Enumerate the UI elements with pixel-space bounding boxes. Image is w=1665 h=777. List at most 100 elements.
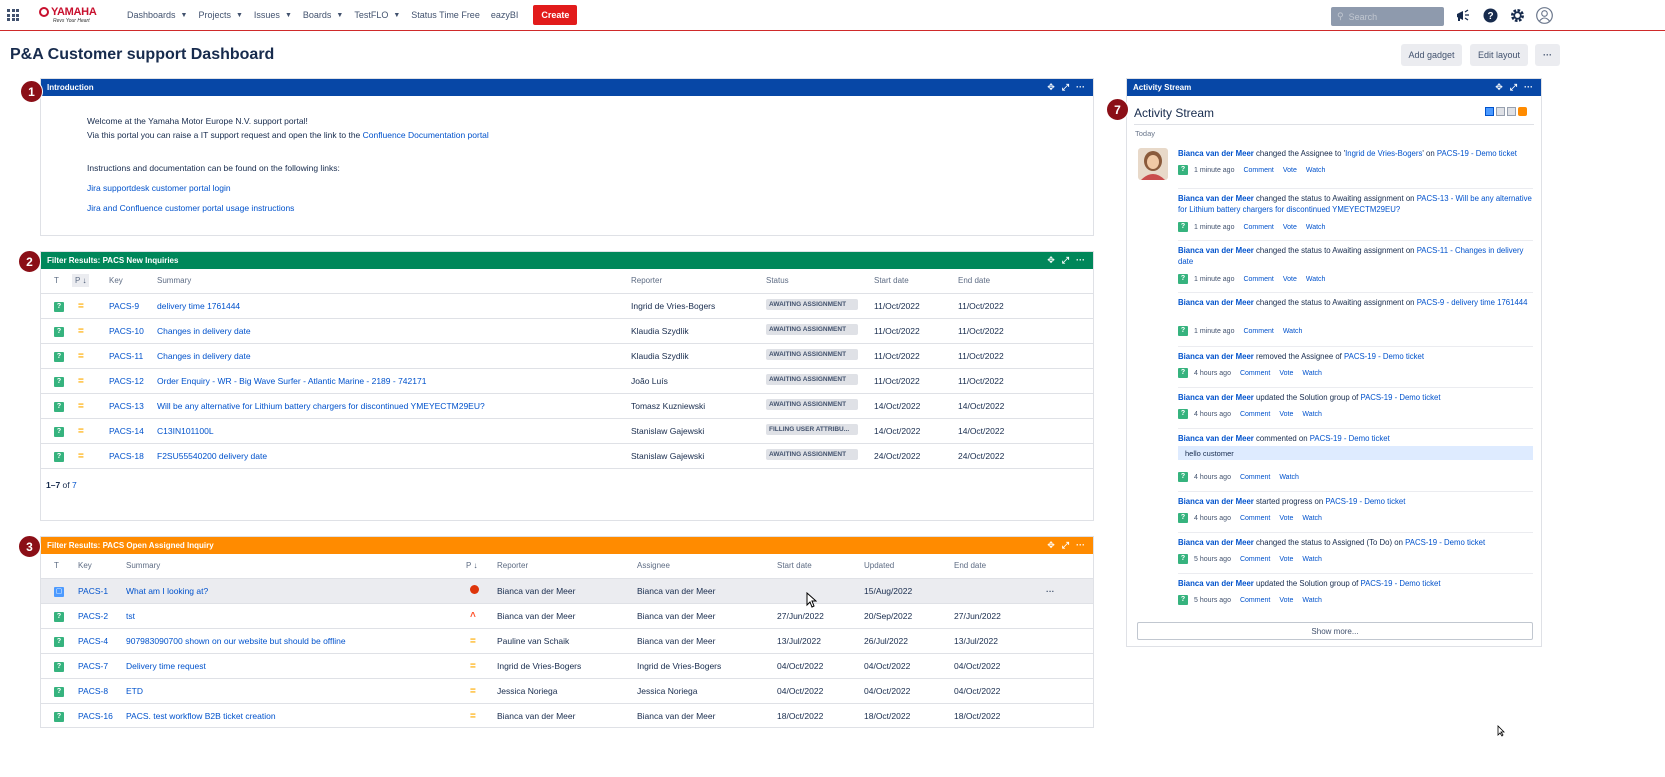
vote-link[interactable]: Vote: [1279, 515, 1293, 522]
activity-issue-link[interactable]: PACS-19 - Demo ticket: [1344, 352, 1424, 361]
app-switcher-icon[interactable]: [7, 9, 19, 21]
compact-view-icon[interactable]: [1496, 107, 1505, 116]
issue-key-link[interactable]: PACS-14: [109, 426, 144, 436]
comment-link[interactable]: Comment: [1243, 276, 1273, 283]
column-header-type[interactable]: T: [41, 269, 72, 294]
issue-key-link[interactable]: PACS-8: [78, 686, 108, 696]
results-total-link[interactable]: 7: [72, 480, 77, 490]
column-header-assignee[interactable]: Assignee: [637, 554, 777, 579]
issue-key-link[interactable]: PACS-2: [78, 611, 108, 621]
issue-key-link[interactable]: PACS-7: [78, 661, 108, 671]
issue-summary-link[interactable]: delivery time 1761444: [157, 301, 240, 311]
row-actions-button[interactable]: ···: [1046, 586, 1055, 596]
vote-link[interactable]: Vote: [1283, 276, 1297, 283]
issue-summary-link[interactable]: What am I looking at?: [126, 586, 208, 596]
activity-issue-link[interactable]: PACS-19 - Demo ticket: [1360, 579, 1440, 588]
watch-link[interactable]: Watch: [1306, 224, 1326, 231]
column-header-key[interactable]: Key: [109, 269, 157, 294]
table-row[interactable]: ? PACS-2 tst ˄ Bianca van der Meer Bianca van…: [41, 603, 1093, 629]
activity-issue-link[interactable]: PACS-19 - Demo ticket: [1325, 497, 1405, 506]
watch-link[interactable]: Watch: [1283, 328, 1303, 335]
supportdesk-portal-link[interactable]: Jira supportdesk customer portal login: [87, 181, 1093, 195]
gadget-menu-icon[interactable]: ···: [1076, 540, 1085, 551]
issue-key-link[interactable]: PACS-9: [109, 301, 139, 311]
column-header-updated[interactable]: Updated: [864, 554, 954, 579]
move-icon[interactable]: ✥: [1495, 82, 1503, 93]
watch-link[interactable]: Watch: [1302, 411, 1322, 418]
vote-link[interactable]: Vote: [1279, 556, 1293, 563]
issue-key-link[interactable]: PACS-18: [109, 451, 144, 461]
activity-user-link[interactable]: Bianca van der Meer: [1178, 194, 1254, 203]
column-header-reporter[interactable]: Reporter: [631, 269, 766, 294]
nav-issues[interactable]: Issues ▼: [250, 0, 299, 31]
activity-user-link[interactable]: Bianca van der Meer: [1178, 538, 1254, 547]
search-input[interactable]: ⚲ Search: [1331, 7, 1444, 26]
rss-feed-icon[interactable]: [1518, 107, 1527, 116]
vote-link[interactable]: Vote: [1283, 224, 1297, 231]
table-row[interactable]: ? = PACS-11 Changes in delivery date Klaudia…: [41, 343, 1093, 369]
edit-layout-button[interactable]: Edit layout: [1470, 44, 1528, 66]
table-row[interactable]: ? PACS-16 PACS. test workflow B2B ticket c…: [41, 703, 1093, 727]
comment-link[interactable]: Comment: [1243, 224, 1273, 231]
nav-status-time-free[interactable]: Status Time Free: [407, 0, 487, 31]
activity-issue-link[interactable]: PACS-9 - delivery time 1761444: [1417, 298, 1528, 307]
nav-dashboards[interactable]: Dashboards ▼: [123, 0, 194, 31]
comment-link[interactable]: Comment: [1240, 597, 1270, 604]
issue-summary-link[interactable]: Changes in delivery date: [157, 326, 251, 336]
column-header-status[interactable]: Status: [766, 269, 874, 294]
activity-user-link[interactable]: Bianca van der Meer: [1178, 393, 1254, 402]
watch-link[interactable]: Watch: [1302, 597, 1322, 604]
gadget-menu-icon[interactable]: ···: [1076, 255, 1085, 266]
table-row[interactable]: ? = PACS-18 F2SU55540200 delivery date Stani…: [41, 443, 1093, 469]
comment-link[interactable]: Comment: [1240, 411, 1270, 418]
avatar[interactable]: [1138, 148, 1168, 180]
vote-link[interactable]: Vote: [1279, 370, 1293, 377]
table-row[interactable]: ? = PACS-12 Order Enquiry - WR - Big Wave S…: [41, 368, 1093, 394]
watch-link[interactable]: Watch: [1306, 167, 1326, 174]
settings-gear-icon[interactable]: [1509, 7, 1526, 24]
activity-user-link[interactable]: Bianca van der Meer: [1178, 497, 1254, 506]
column-header-key[interactable]: Key: [78, 554, 126, 579]
user-avatar-icon[interactable]: [1536, 7, 1553, 24]
nav-boards[interactable]: Boards ▼: [299, 0, 350, 31]
column-header-priority[interactable]: P ↓: [466, 554, 497, 579]
column-header-summary[interactable]: Summary: [157, 269, 631, 294]
comment-link[interactable]: Comment: [1243, 167, 1273, 174]
comment-link[interactable]: Comment: [1240, 556, 1270, 563]
issue-summary-link[interactable]: C13IN101100L: [157, 426, 214, 436]
activity-user-link[interactable]: Bianca van der Meer: [1178, 352, 1254, 361]
add-gadget-button[interactable]: Add gadget: [1401, 44, 1462, 66]
help-icon[interactable]: ?: [1482, 7, 1499, 24]
gadget-menu-icon[interactable]: ···: [1524, 82, 1533, 93]
table-row[interactable]: ? PACS-7 Delivery time request = Ingrid de V…: [41, 653, 1093, 679]
table-row[interactable]: ▢ PACS-1 What am I looking at? Bianca van d…: [41, 578, 1093, 604]
activity-issue-link[interactable]: PACS-19 - Demo ticket: [1310, 434, 1390, 443]
column-header-end-date[interactable]: End date: [954, 554, 1046, 579]
show-more-button[interactable]: Show more...: [1137, 622, 1533, 640]
notifications-megaphone-icon[interactable]: [1455, 7, 1472, 24]
table-row[interactable]: ? = PACS-13 Will be any alternative for Lit…: [41, 393, 1093, 419]
column-header-end-date[interactable]: End date: [958, 269, 1093, 294]
move-icon[interactable]: ✥: [1047, 540, 1055, 551]
table-row[interactable]: ? = PACS-14 C13IN101100L Stanislaw Gajewski F…: [41, 418, 1093, 444]
issue-summary-link[interactable]: Will be any alternative for Lithium batt…: [157, 401, 485, 411]
comment-link[interactable]: Comment: [1240, 515, 1270, 522]
maximize-icon[interactable]: ⤢: [1510, 82, 1517, 93]
column-header-reporter[interactable]: Reporter: [497, 554, 637, 579]
table-row[interactable]: ? = PACS-9 delivery time 1761444 Ingrid de V…: [41, 293, 1093, 319]
table-row[interactable]: ? PACS-8 ETD = Jessica Noriega Jessica Norieg…: [41, 678, 1093, 704]
create-button[interactable]: Create: [533, 5, 578, 25]
issue-key-link[interactable]: PACS-16: [78, 711, 113, 721]
table-row[interactable]: ? PACS-4 907983090700 shown on our website…: [41, 628, 1093, 654]
activity-user-link[interactable]: Bianca van der Meer: [1178, 246, 1254, 255]
watch-link[interactable]: Watch: [1279, 474, 1299, 481]
more-actions-button[interactable]: ···: [1535, 44, 1560, 66]
activity-target-user-link[interactable]: Ingrid de Vries-Bogers: [1345, 149, 1422, 158]
yamaha-logo[interactable]: YAMAHA Revs Your Heart: [39, 4, 101, 26]
activity-user-link[interactable]: Bianca van der Meer: [1178, 149, 1254, 158]
issue-summary-link[interactable]: Changes in delivery date: [157, 351, 251, 361]
gadget-menu-icon[interactable]: ···: [1076, 82, 1085, 93]
activity-issue-link[interactable]: PACS-19 - Demo ticket: [1437, 149, 1517, 158]
maximize-icon[interactable]: ⤢: [1062, 82, 1069, 93]
issue-key-link[interactable]: PACS-12: [109, 376, 144, 386]
